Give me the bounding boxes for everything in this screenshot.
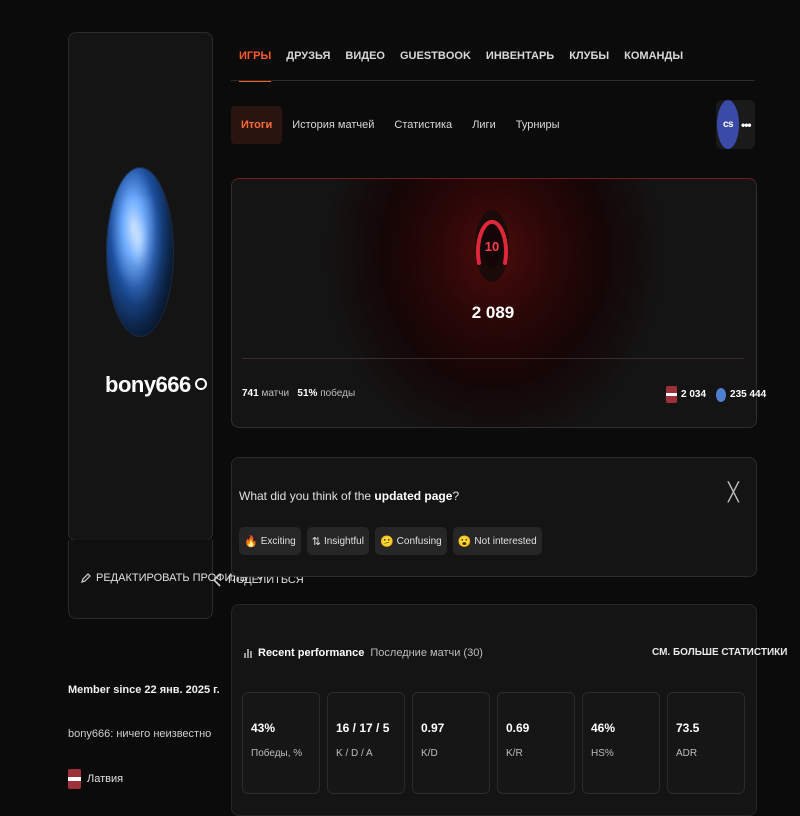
stat-label: K / D / A	[336, 748, 373, 759]
globe-icon	[716, 387, 727, 402]
reaction-confusing-button[interactable]: 😕 Confusing	[374, 527, 447, 555]
avatar[interactable]	[106, 167, 174, 337]
global-rank: 235 444	[730, 389, 767, 400]
bar-chart-icon	[244, 648, 252, 658]
stat-value: 43%	[251, 721, 276, 735]
performance-header: Recent performance Последние матчи (30)	[244, 647, 483, 659]
feedback-question: What did you think of the updated page?	[239, 489, 459, 503]
country: Латвия	[68, 769, 123, 789]
latvia-flag-icon	[68, 769, 81, 789]
stat-label: Победы, %	[251, 748, 303, 759]
performance-title: Recent performance	[258, 647, 365, 659]
subtab-leagues[interactable]: Лиги	[462, 106, 506, 144]
matches-summary: 741 матчи 51% победы	[242, 388, 355, 399]
tab-games[interactable]: ИГРЫ	[239, 50, 272, 82]
tab-guestbook[interactable]: GUESTBOOK	[400, 50, 471, 82]
country-rank: 2 034	[681, 389, 707, 400]
fire-icon: 🔥	[244, 535, 258, 548]
close-icon[interactable]: ╳	[728, 483, 739, 501]
stat-label: K/D	[421, 748, 438, 759]
tab-video[interactable]: ВИДЕО	[345, 50, 385, 82]
subtab-statistics[interactable]: Статистика	[384, 106, 462, 144]
top-tabs: ИГРЫ ДРУЗЬЯ ВИДЕО GUESTBOOK ИНВЕНТАРЬ КЛ…	[239, 50, 683, 82]
stat-card: 73.5 ADR	[667, 692, 745, 794]
stat-value: 0.69	[506, 721, 530, 735]
tabs-divider	[231, 80, 755, 81]
stat-value: 73.5	[676, 721, 700, 735]
level-number: 10	[485, 239, 499, 254]
subtab-match-history[interactable]: История матчей	[282, 106, 384, 144]
more-icon[interactable]: •••	[741, 118, 752, 132]
feedback-question-bold: updated page	[374, 489, 453, 503]
reaction-label: Exciting	[260, 535, 296, 547]
feedback-reactions: 🔥 Exciting ⇅ Insightful 😕 Confusing 😮 No…	[239, 527, 542, 555]
arrows-icon: ⇅	[311, 535, 321, 548]
wins-pct: 51%	[297, 388, 318, 399]
bio: bony666: ничего неизвестно	[68, 728, 212, 740]
stat-card: 43% Победы, %	[242, 692, 320, 794]
sub-tabs: Итоги История матчей Статистика Лиги Тур…	[231, 106, 570, 144]
tab-friends[interactable]: ДРУЗЬЯ	[286, 50, 330, 82]
reaction-insightful-button[interactable]: ⇅ Insightful	[306, 527, 369, 555]
stat-label: ADR	[676, 748, 698, 759]
share-icon	[212, 573, 221, 587]
more-stats-link[interactable]: СМ. БОЛЬШЕ СТАТИСТИКИ	[652, 647, 787, 658]
verified-icon	[194, 378, 207, 391]
reaction-label: Confusing	[396, 535, 442, 547]
reaction-label: Not interested	[474, 535, 537, 547]
performance-subtitle: Последние матчи (30)	[370, 647, 483, 659]
cs-logo-icon[interactable]: cs	[717, 100, 739, 149]
feedback-card	[231, 457, 757, 577]
username-text: bony666	[105, 372, 191, 397]
wins-label: победы	[320, 388, 356, 399]
tab-inventory[interactable]: ИНВЕНТАРЬ	[486, 50, 554, 82]
elo-divider	[242, 358, 744, 359]
reaction-exciting-button[interactable]: 🔥 Exciting	[239, 527, 301, 555]
surprised-face-icon: 😮	[457, 535, 472, 548]
stat-label: HS%	[591, 748, 614, 759]
matches-count: 741	[242, 388, 259, 399]
stat-card: 46% HS%	[582, 692, 660, 794]
level-badge: 10	[475, 210, 509, 282]
stat-value: 46%	[591, 721, 616, 735]
tab-clubs[interactable]: КЛУБЫ	[569, 50, 609, 82]
stat-value: 0.97	[421, 721, 445, 735]
subtab-summary[interactable]: Итоги	[231, 106, 283, 144]
stat-card: 16 / 17 / 5 K / D / A	[327, 692, 405, 794]
tab-teams[interactable]: КОМАНДЫ	[624, 50, 683, 82]
game-selector[interactable]: cs •••	[716, 100, 755, 149]
latvia-flag-icon	[666, 386, 677, 403]
stat-card: 0.97 K/D	[412, 692, 490, 794]
stat-card: 0.69 K/R	[497, 692, 575, 794]
reaction-label: Insightful	[323, 535, 364, 547]
matches-label: матчи	[261, 388, 290, 399]
subtab-tournaments[interactable]: Турниры	[506, 106, 570, 144]
stat-value: 16 / 17 / 5	[336, 721, 390, 735]
feedback-question-prefix: What did you think of the	[239, 489, 375, 503]
stat-label: K/R	[506, 748, 523, 759]
confused-face-icon: 😕	[379, 535, 394, 548]
rankings[interactable]: 2 034 235 444	[666, 386, 766, 403]
reaction-not-interested-button[interactable]: 😮 Not interested	[452, 527, 542, 555]
elo-value: 2 089	[471, 303, 515, 322]
pencil-icon	[81, 573, 91, 583]
feedback-question-suffix: ?	[452, 489, 460, 503]
member-since: Member since 22 янв. 2025 г.	[68, 684, 220, 696]
username: bony666	[105, 372, 207, 398]
country-label: Латвия	[87, 773, 124, 785]
